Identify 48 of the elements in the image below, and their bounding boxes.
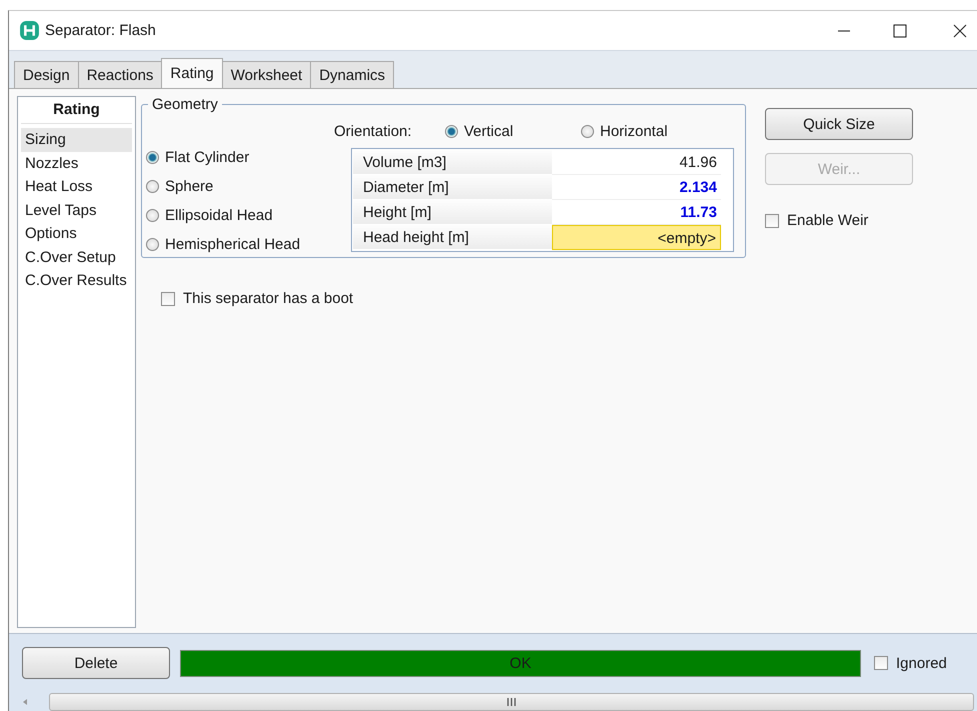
sidebar-item[interactable]: C.Over Results: [21, 269, 132, 292]
sidebar-item[interactable]: Level Taps: [21, 198, 132, 222]
value-cell[interactable]: <empty>: [552, 225, 721, 250]
app-logo-icon: [19, 20, 40, 41]
checkbox-label: Ignored: [896, 654, 947, 672]
grip-icon: [507, 698, 516, 706]
action-button[interactable]: Quick Size: [765, 108, 913, 140]
sidebar-item[interactable]: Heat Loss: [21, 175, 132, 198]
scrollbar-thumb[interactable]: [49, 693, 974, 711]
sidebar-header: Rating: [21, 97, 132, 124]
tab[interactable]: Rating: [161, 58, 223, 88]
sidebar-item[interactable]: C.Over Setup: [21, 246, 132, 269]
table-cell: Diameter [m]: [353, 175, 552, 200]
delete-button[interactable]: Delete: [22, 647, 170, 679]
radio-label: Horizontal: [600, 122, 668, 140]
close-icon[interactable]: [953, 24, 967, 38]
radio-button[interactable]: [445, 124, 458, 138]
group-legend: Geometry: [148, 96, 222, 113]
status-bar: OK: [180, 650, 861, 676]
checkbox[interactable]: [765, 214, 779, 228]
table-cell: Head height [m]: [353, 225, 552, 250]
maximize-icon[interactable]: [893, 24, 907, 38]
radio-label: Flat Cylinder: [165, 149, 250, 166]
checkbox[interactable]: [874, 656, 888, 670]
tab[interactable]: Worksheet: [222, 61, 312, 88]
tab[interactable]: Dynamics: [310, 61, 394, 88]
window-title: Separator: Flash: [45, 22, 156, 39]
radio-button[interactable]: [146, 209, 159, 222]
tab[interactable]: Reactions: [78, 61, 162, 88]
radio-label: Ellipsoidal Head: [165, 207, 273, 224]
scroll-left-icon[interactable]: [21, 698, 29, 706]
orientation-label: Orientation:: [334, 122, 413, 140]
tab[interactable]: Design: [14, 61, 79, 88]
radio-button[interactable]: [146, 151, 159, 164]
radio-label: Hemispherical Head: [165, 236, 300, 253]
checkbox-label: Enable Weir: [787, 212, 868, 229]
sidebar-item[interactable]: Nozzles: [21, 152, 132, 175]
radio-label: Vertical: [464, 122, 514, 140]
table-cell: Volume [m3]: [353, 150, 552, 175]
radio-label: Sphere: [165, 178, 214, 195]
checkbox[interactable]: [161, 292, 175, 306]
table-cell: Height [m]: [353, 200, 552, 225]
radio-button[interactable]: [146, 180, 159, 193]
sidebar-item[interactable]: Sizing: [21, 128, 132, 152]
sidebar-item[interactable]: Options: [21, 222, 132, 246]
checkbox-label: This separator has a boot: [183, 290, 354, 307]
radio-button[interactable]: [581, 124, 594, 138]
radio-button[interactable]: [146, 238, 159, 251]
